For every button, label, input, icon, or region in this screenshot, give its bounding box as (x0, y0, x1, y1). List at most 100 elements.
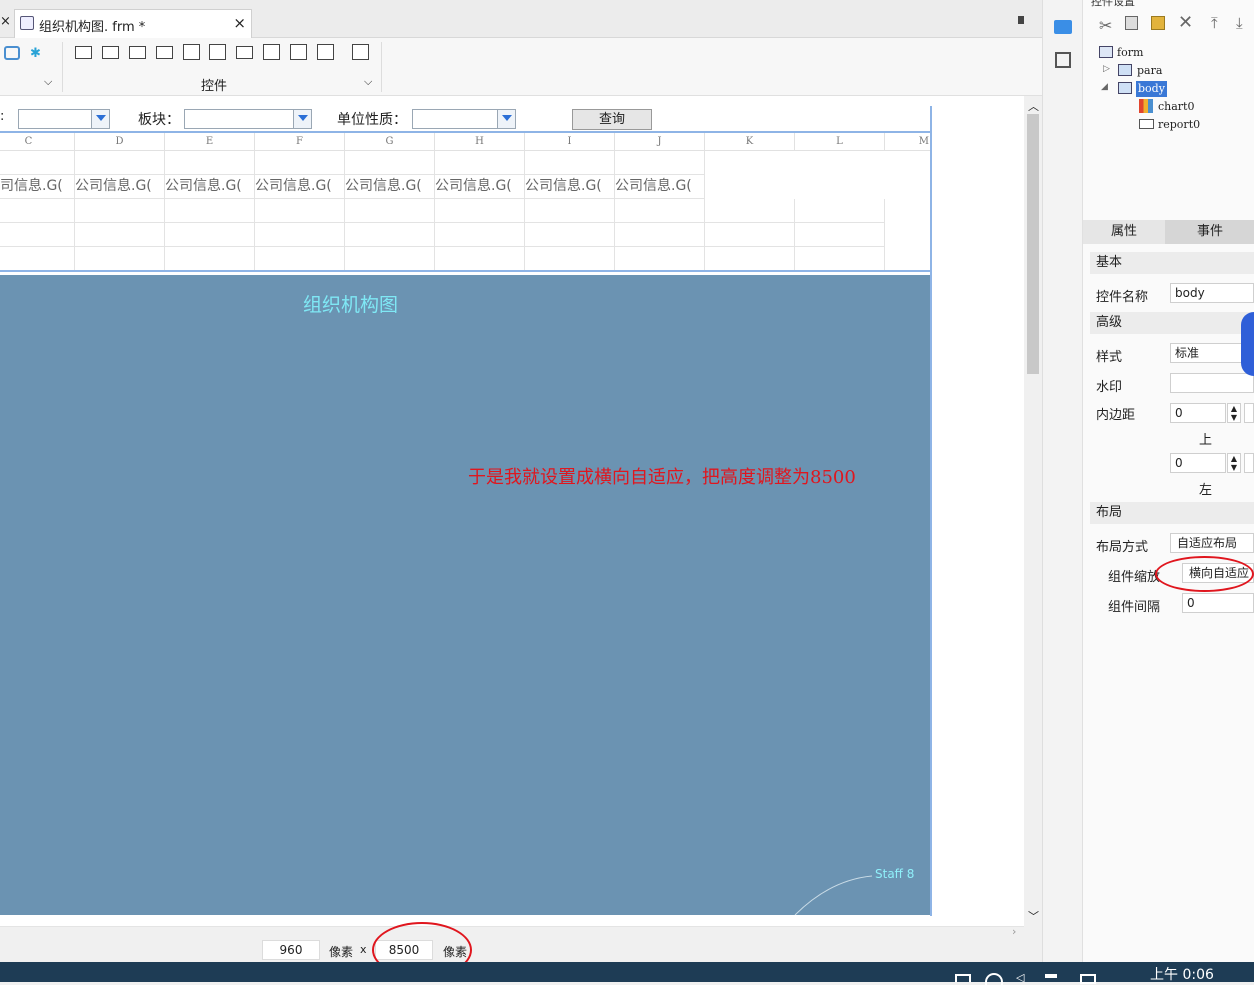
section-basic[interactable]: 基本 (1090, 252, 1254, 274)
volume-icon[interactable]: ◁ (1016, 971, 1024, 984)
data-cell[interactable]: 公司信息.G( (345, 175, 435, 199)
grid-cell[interactable] (345, 151, 435, 175)
data-cell[interactable]: 公司信息.G( (75, 175, 165, 199)
stepper-icon[interactable]: ▲ ▼ (1227, 403, 1241, 423)
dropdown-icon[interactable] (497, 110, 515, 128)
column-header[interactable]: G (345, 133, 435, 151)
data-cell[interactable]: 公司信息.G( (255, 175, 345, 199)
grid-cell[interactable] (255, 199, 345, 223)
column-header[interactable]: M (885, 133, 932, 151)
grid-cell[interactable] (0, 199, 75, 223)
move-up-icon[interactable]: ⤒ (1211, 14, 1218, 32)
grid-cell[interactable] (165, 223, 255, 247)
column-header[interactable]: F (255, 133, 345, 151)
query-button[interactable]: 查询 (572, 109, 652, 130)
layout-icon[interactable] (1055, 52, 1071, 68)
section-layout[interactable]: 布局 (1090, 502, 1254, 524)
grid-cell[interactable] (435, 223, 525, 247)
grid-cell[interactable] (75, 247, 165, 270)
chevron-down-icon[interactable]: ⌵ (364, 75, 372, 89)
grid-cell[interactable] (795, 223, 885, 247)
grid-cell[interactable] (345, 223, 435, 247)
tray-display-icon[interactable] (955, 974, 971, 982)
paste-icon[interactable] (1151, 16, 1165, 30)
vertical-scrollbar[interactable]: ︿ ﹀ (1024, 96, 1042, 926)
keyboard-icon[interactable] (1080, 974, 1096, 984)
grid-cell[interactable] (435, 199, 525, 223)
scroll-up-icon[interactable]: ︿ (1028, 98, 1039, 114)
column-header[interactable]: D (75, 133, 165, 151)
expand-icon[interactable]: ▷ (1103, 64, 1110, 74)
tree-item-report0[interactable]: report0 (1158, 117, 1200, 133)
dropdown-icon[interactable] (293, 110, 311, 128)
widget-name-input[interactable]: body (1170, 283, 1254, 303)
textbox-icon[interactable] (75, 46, 92, 59)
grid-cell[interactable] (615, 247, 705, 270)
grid-cell[interactable] (345, 199, 435, 223)
close-icon[interactable]: × (0, 14, 11, 29)
padding-right-input[interactable] (1244, 453, 1254, 473)
copy-icon[interactable] (1125, 16, 1138, 30)
watermark-input[interactable] (1170, 373, 1254, 393)
column-header[interactable]: H (435, 133, 525, 151)
width-input[interactable]: 960 (262, 940, 320, 960)
tab-properties[interactable]: 属性 (1083, 220, 1165, 244)
wifi-icon[interactable] (985, 973, 1003, 985)
grid-cell[interactable] (705, 247, 795, 270)
data-cell[interactable]: 公司信息.G( (525, 175, 615, 199)
data-cell[interactable]: 公司信息.G( (165, 175, 255, 199)
delete-icon[interactable]: ✕ (1178, 12, 1193, 33)
grid-cell[interactable] (75, 223, 165, 247)
grid-cell[interactable] (795, 247, 885, 270)
grid-cell[interactable] (165, 247, 255, 270)
grid-cell[interactable] (615, 151, 705, 175)
data-cell[interactable]: 公司信息.G( (615, 175, 705, 199)
collapse-icon[interactable]: ◢ (1101, 82, 1108, 92)
tab-events[interactable]: 事件 (1165, 220, 1254, 244)
radio-group-icon[interactable] (290, 44, 307, 60)
column-header[interactable]: C (0, 133, 75, 151)
param-select-unit-type[interactable] (412, 109, 516, 129)
grid-cell[interactable] (75, 199, 165, 223)
grid-cell[interactable] (165, 199, 255, 223)
grid-cell[interactable] (615, 199, 705, 223)
scroll-thumb[interactable] (1027, 114, 1039, 374)
tree-item-body[interactable]: body (1136, 81, 1167, 97)
widget-settings-icon[interactable] (1054, 20, 1072, 34)
tree-item-form[interactable]: form (1117, 45, 1143, 61)
floating-assistant-icon[interactable] (1241, 312, 1254, 376)
grid-cell[interactable] (615, 223, 705, 247)
grid-cell[interactable] (525, 247, 615, 270)
tree-item-para[interactable]: para (1137, 63, 1162, 79)
calendar-icon[interactable] (209, 44, 226, 60)
search-icon[interactable] (352, 44, 369, 60)
move-down-icon[interactable]: ⤓ (1236, 14, 1243, 32)
textarea-icon[interactable] (263, 44, 280, 60)
scroll-right-icon[interactable]: › (1012, 925, 1016, 938)
column-header[interactable]: K (705, 133, 795, 151)
grid-cell[interactable] (0, 247, 75, 270)
data-cell[interactable]: 司信息.G( (0, 175, 75, 199)
data-cell[interactable]: 公司信息.G( (435, 175, 525, 199)
grid-cell[interactable] (0, 223, 75, 247)
column-header[interactable]: I (525, 133, 615, 151)
cut-icon[interactable]: ✂ (1099, 16, 1112, 35)
date-icon[interactable] (183, 44, 200, 60)
grid-cell[interactable] (795, 199, 885, 223)
grid-cell[interactable] (255, 223, 345, 247)
chart-icon[interactable] (4, 46, 20, 60)
column-header[interactable]: L (795, 133, 885, 151)
param-select-1[interactable] (18, 109, 110, 129)
grid-cell[interactable] (525, 223, 615, 247)
combobox-icon[interactable] (156, 46, 173, 59)
grid-cell[interactable] (0, 151, 75, 175)
padding-bottom-input[interactable] (1244, 403, 1254, 423)
column-header[interactable]: E (165, 133, 255, 151)
ime-icon[interactable] (1045, 974, 1057, 978)
grid-cell[interactable] (435, 247, 525, 270)
tab-menu-icon[interactable] (1018, 16, 1028, 24)
tab-org-chart[interactable]: 组织机构图. frm * × (14, 9, 252, 38)
column-header[interactable]: J (615, 133, 705, 151)
grid-cell[interactable] (165, 151, 255, 175)
stepper-icon[interactable]: ▲ ▼ (1227, 453, 1241, 473)
